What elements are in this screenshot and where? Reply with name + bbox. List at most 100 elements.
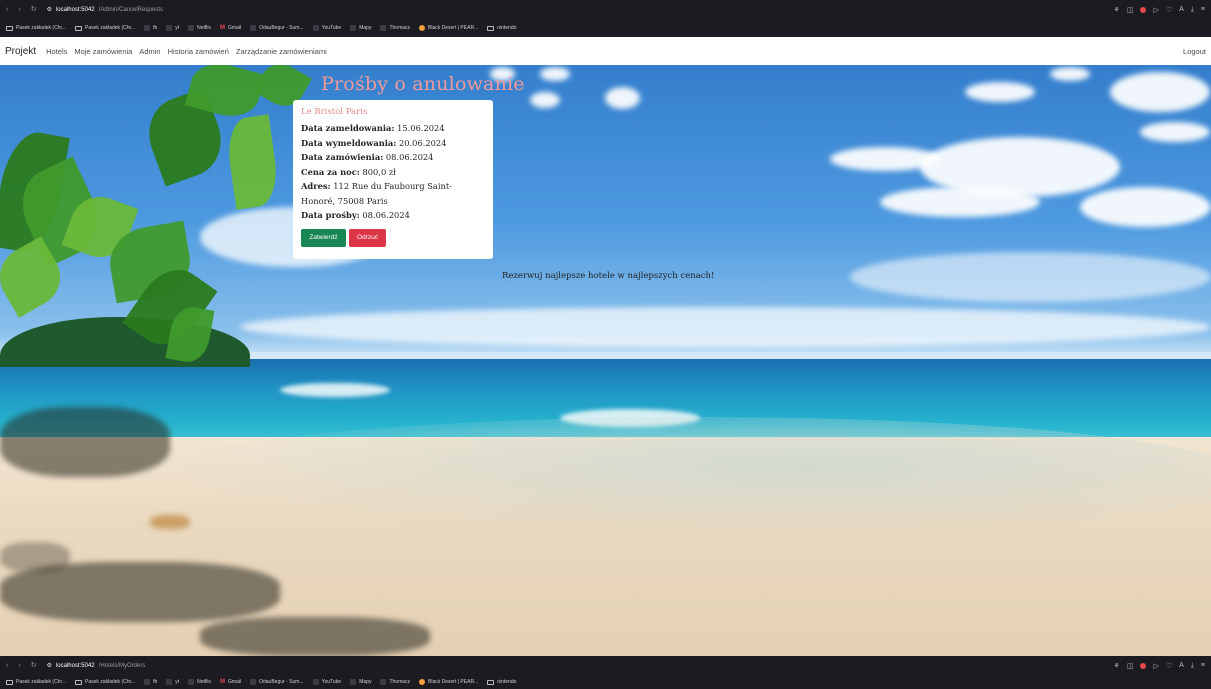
- menu-icon[interactable]: ≡: [1201, 662, 1205, 669]
- bookmark-favicon: [250, 679, 257, 685]
- bookmark[interactable]: OdauBegur - Sum...: [250, 25, 304, 31]
- bookmark-favicon: [144, 679, 151, 685]
- checkout-date: 20.06.2024: [398, 137, 447, 148]
- extension-icon[interactable]: ⚘: [1114, 6, 1120, 14]
- nav-link-hotels[interactable]: Hotels: [46, 47, 67, 56]
- nav-link-order-management[interactable]: Zarządzanie zamówieniami: [236, 47, 327, 56]
- price-per-night: 800,0 zł: [362, 166, 396, 177]
- url-path: /Hotels/MyOrders: [98, 662, 146, 669]
- bookmark[interactable]: yt: [166, 25, 179, 31]
- toolbar-icons: ⚘ ◫ ▷ ♡ A ⤓ ≡: [1114, 662, 1205, 670]
- url-path: /Admin/CancelRequests: [98, 6, 164, 13]
- hotel-name: Le Bristol Paris: [301, 107, 368, 117]
- bookmark[interactable]: Mapy: [350, 25, 371, 31]
- camera-icon[interactable]: ◫: [1127, 662, 1134, 670]
- brand-link[interactable]: Projekt: [5, 46, 36, 57]
- bookmark-favicon: [419, 25, 426, 31]
- bookmark[interactable]: YouTube: [312, 679, 341, 685]
- bookmark[interactable]: YouTube: [312, 25, 341, 31]
- bookmark-favicon: [188, 679, 195, 685]
- request-date: 08.06.2024: [362, 210, 410, 220]
- bookmark[interactable]: Pasek zakładek (Chr...: [75, 25, 135, 31]
- forward-icon[interactable]: ›: [18, 662, 20, 669]
- bookmark-favicon: [380, 679, 387, 685]
- beach-background: [0, 37, 1211, 656]
- bookmark[interactable]: OdauBegur - Sum...: [250, 679, 304, 685]
- bookmark-favicon: [350, 25, 357, 31]
- bookmark[interactable]: Netflix: [188, 25, 211, 31]
- bookmark[interactable]: Pasek zakładek (Chr...: [6, 679, 66, 685]
- menu-icon[interactable]: ≡: [1201, 6, 1205, 13]
- back-icon[interactable]: ‹: [6, 662, 8, 669]
- account-icon[interactable]: A: [1179, 662, 1184, 669]
- bookmark[interactable]: Mapy: [350, 679, 371, 685]
- account-icon[interactable]: A: [1179, 6, 1184, 13]
- site-info-icon[interactable]: ⚙: [47, 662, 52, 669]
- gmail-icon: M: [220, 25, 226, 31]
- reload-icon[interactable]: ↻: [31, 662, 37, 669]
- bookmark[interactable]: fb: [144, 679, 157, 685]
- checkin-row: Data zameldowania: 15.06.2024: [301, 123, 445, 133]
- play-icon[interactable]: ▷: [1153, 6, 1158, 14]
- order-date-row: Data zamówienia: 08.06.2024: [301, 152, 434, 162]
- logout-link[interactable]: Logout: [1183, 47, 1206, 56]
- order-date: 08.06.2024: [385, 152, 434, 162]
- folder-icon: [6, 679, 13, 685]
- bookmark[interactable]: Black Desert | PEAR...: [419, 679, 478, 685]
- bookmark[interactable]: yt: [166, 679, 179, 685]
- back-icon[interactable]: ‹: [6, 6, 8, 13]
- record-icon[interactable]: [1140, 662, 1147, 669]
- gmail-icon: M: [220, 679, 226, 685]
- folder-icon: [6, 25, 13, 31]
- page-title: Prośby o anulowanie: [321, 73, 525, 95]
- bookmark[interactable]: nintendo: [487, 25, 516, 31]
- download-icon[interactable]: ⤓: [1191, 6, 1194, 14]
- web-page: Projekt Hotels Moje zamówienia Admin His…: [0, 37, 1211, 656]
- bookmark-favicon: [350, 679, 357, 685]
- bookmarks-bar: Pasek zakładek (Chr... Pasek zakładek (C…: [0, 19, 1211, 37]
- bookmark-favicon: [419, 679, 426, 685]
- approve-button[interactable]: Zatwierdź: [301, 228, 346, 247]
- bookmark[interactable]: Thomacz: [380, 679, 410, 685]
- browser-chrome-bottom: ‹ › ↻ ⚙ localhost:5042/Hotels/MyOrders ⚘…: [0, 656, 1211, 689]
- bookmark-favicon: [380, 25, 387, 31]
- app-navbar: Projekt Hotels Moje zamówienia Admin His…: [0, 37, 1211, 65]
- nav-link-my-orders[interactable]: Moje zamówienia: [74, 47, 132, 56]
- extension-icon[interactable]: ⚘: [1114, 662, 1120, 670]
- bookmark-favicon: [166, 25, 173, 31]
- bookmark[interactable]: Pasek zakładek (Chr...: [75, 679, 135, 685]
- checkout-row: Data wymeldowania: 20.06.2024: [301, 137, 447, 148]
- bookmark[interactable]: M Gmail: [220, 25, 241, 31]
- play-icon[interactable]: ▷: [1153, 662, 1158, 670]
- shield-icon[interactable]: ♡: [1166, 6, 1172, 14]
- price-row: Cena za noc: 800,0 zł: [301, 166, 396, 177]
- bookmark-favicon: [312, 25, 319, 31]
- bookmark[interactable]: fb: [144, 25, 157, 31]
- shield-icon[interactable]: ♡: [1166, 662, 1172, 670]
- nav-link-admin[interactable]: Admin: [139, 47, 160, 56]
- bookmark[interactable]: Pasek zakładek (Chr...: [6, 25, 66, 31]
- reject-button[interactable]: Odrzuć: [349, 228, 386, 247]
- folder-icon: [75, 679, 83, 685]
- download-icon[interactable]: ⤓: [1191, 662, 1194, 670]
- folder-icon: [75, 25, 83, 31]
- reload-icon[interactable]: ↻: [31, 6, 37, 13]
- address-bar[interactable]: ⚙ localhost:5042/Hotels/MyOrders: [47, 662, 146, 670]
- bookmark[interactable]: Thomacz: [380, 25, 410, 31]
- nav-link-order-history[interactable]: Historia zamówień: [168, 47, 229, 56]
- bookmark[interactable]: Black Desert | PEAR...: [419, 25, 478, 31]
- bookmark[interactable]: nintendo: [487, 679, 516, 685]
- browser-chrome-top: ‹ › ↻ ⚙ localhost:5042/Admin/CancelReque…: [0, 0, 1211, 37]
- url-host: localhost:5042: [55, 6, 95, 13]
- forward-icon[interactable]: ›: [18, 6, 20, 13]
- camera-icon[interactable]: ◫: [1127, 6, 1134, 14]
- address-bar[interactable]: ⚙ localhost:5042/Admin/CancelRequests: [47, 6, 164, 14]
- bookmark[interactable]: M Gmail: [220, 679, 241, 685]
- bookmark[interactable]: Netflix: [188, 679, 211, 685]
- folder-icon: [487, 25, 495, 31]
- record-icon[interactable]: [1140, 6, 1147, 13]
- cancel-request-card: Le Bristol Paris Data zameldowania: 15.0…: [293, 100, 493, 259]
- folder-icon: [487, 679, 495, 685]
- site-info-icon[interactable]: ⚙: [47, 6, 52, 13]
- toolbar-icons: ⚘ ◫ ▷ ♡ A ⤓ ≡: [1114, 6, 1205, 14]
